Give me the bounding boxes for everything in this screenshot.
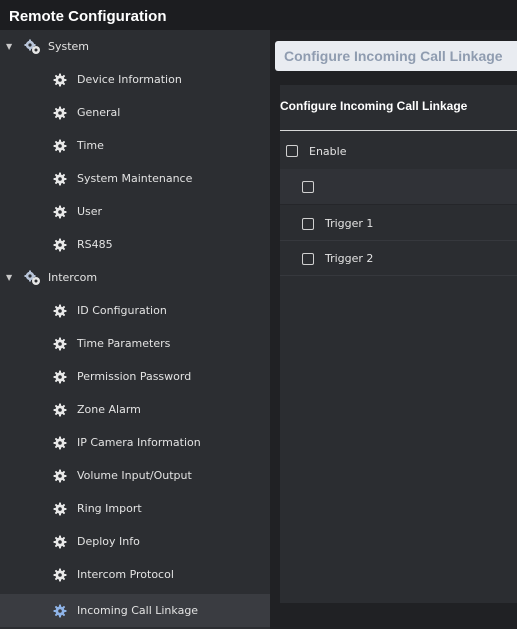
window-title: Remote Configuration [0, 0, 517, 30]
sidebar-item-volume-input-output[interactable]: Volume Input/Output [0, 459, 270, 492]
gear-icon [52, 534, 68, 550]
sidebar-item-device-information[interactable]: Device Information [0, 63, 270, 96]
sidebar-item-label: Time [77, 139, 104, 152]
sidebar-item-label: RS485 [77, 238, 113, 251]
enable-label: Enable [309, 144, 347, 158]
sidebar-item-label: Zone Alarm [77, 403, 141, 416]
gear-icon [52, 336, 68, 352]
sidebar-item-incoming-call-linkage[interactable]: Incoming Call Linkage [0, 594, 270, 627]
enable-checkbox[interactable] [286, 145, 298, 157]
sidebar-item-label: Intercom Protocol [77, 568, 174, 581]
trigger-1-checkbox[interactable] [302, 217, 314, 230]
sidebar-item-zone-alarm[interactable]: Zone Alarm [0, 393, 270, 426]
trigger-row-1: Trigger 1 [280, 207, 517, 241]
gear-cluster-icon [24, 270, 42, 286]
sidebar-item-system-maintenance[interactable]: System Maintenance [0, 162, 270, 195]
gear-icon [52, 468, 68, 484]
sidebar-group-system[interactable]: ▼ System [0, 30, 270, 63]
bottom-bar [270, 603, 517, 629]
sidebar-item-general[interactable]: General [0, 96, 270, 129]
gear-icon [52, 567, 68, 583]
sidebar-item-label: Time Parameters [77, 337, 171, 350]
trigger-table-header [280, 169, 517, 205]
gear-icon [52, 237, 68, 253]
linkage-panel: Configure Incoming Call Linkage Enable T… [280, 85, 517, 603]
sidebar-item-label: Volume Input/Output [77, 469, 192, 482]
sidebar-group-label: System [48, 40, 90, 53]
sidebar-item-label: User [77, 205, 103, 218]
gear-icon [52, 369, 68, 385]
sidebar-item-rs485[interactable]: RS485 [0, 228, 270, 261]
gear-icon [52, 105, 68, 121]
sidebar-item-ring-import[interactable]: Ring Import [0, 492, 270, 525]
sidebar-item-deploy-info[interactable]: Deploy Info [0, 525, 270, 558]
sidebar-item-intercom-protocol[interactable]: Intercom Protocol [0, 558, 270, 591]
gear-icon [52, 72, 68, 88]
sidebar-item-label: System Maintenance [77, 172, 193, 185]
main-content: Configure Incoming Call Linkage Configur… [270, 30, 517, 629]
sidebar-item-time[interactable]: Time [0, 129, 270, 162]
gear-icon [52, 402, 68, 418]
trigger-2-checkbox[interactable] [302, 252, 314, 265]
sidebar-item-label: Incoming Call Linkage [77, 604, 199, 617]
sidebar-item-time-parameters[interactable]: Time Parameters [0, 327, 270, 360]
sidebar-item-ip-camera-information[interactable]: IP Camera Information [0, 426, 270, 459]
sidebar-item-user[interactable]: User [0, 195, 270, 228]
gear-icon [52, 603, 68, 619]
select-all-checkbox[interactable] [302, 180, 314, 193]
sidebar-group-label: Intercom [48, 271, 98, 284]
caret-down-icon[interactable]: ▼ [6, 42, 18, 51]
sidebar-item-label: General [77, 106, 121, 119]
sidebar-tree: ▼ System Device Information General Time… [0, 30, 270, 629]
gear-icon [52, 204, 68, 220]
sidebar-item-label: Device Information [77, 73, 182, 86]
sidebar-item-label: ID Configuration [77, 304, 167, 317]
sidebar-item-label: Deploy Info [77, 535, 140, 548]
sidebar-item-label: IP Camera Information [77, 436, 201, 449]
trigger-label: Trigger 2 [325, 252, 374, 265]
gear-icon [52, 138, 68, 154]
section-divider [280, 130, 517, 131]
trigger-row-2: Trigger 2 [280, 242, 517, 276]
enable-row: Enable [280, 134, 517, 168]
trigger-label: Trigger 1 [325, 217, 374, 230]
sidebar-item-label: Ring Import [77, 502, 142, 515]
gear-cluster-icon [24, 39, 42, 55]
gear-icon [52, 501, 68, 517]
sidebar-item-permission-password[interactable]: Permission Password [0, 360, 270, 393]
gear-icon [52, 303, 68, 319]
sidebar-item-label: Permission Password [77, 370, 192, 383]
page-tab-title[interactable]: Configure Incoming Call Linkage [275, 41, 517, 71]
sidebar-group-intercom[interactable]: ▼ Intercom [0, 261, 270, 294]
gear-icon [52, 435, 68, 451]
section-title: Configure Incoming Call Linkage [280, 99, 468, 113]
caret-down-icon[interactable]: ▼ [6, 273, 18, 282]
gear-icon [52, 171, 68, 187]
sidebar-item-id-configuration[interactable]: ID Configuration [0, 294, 270, 327]
